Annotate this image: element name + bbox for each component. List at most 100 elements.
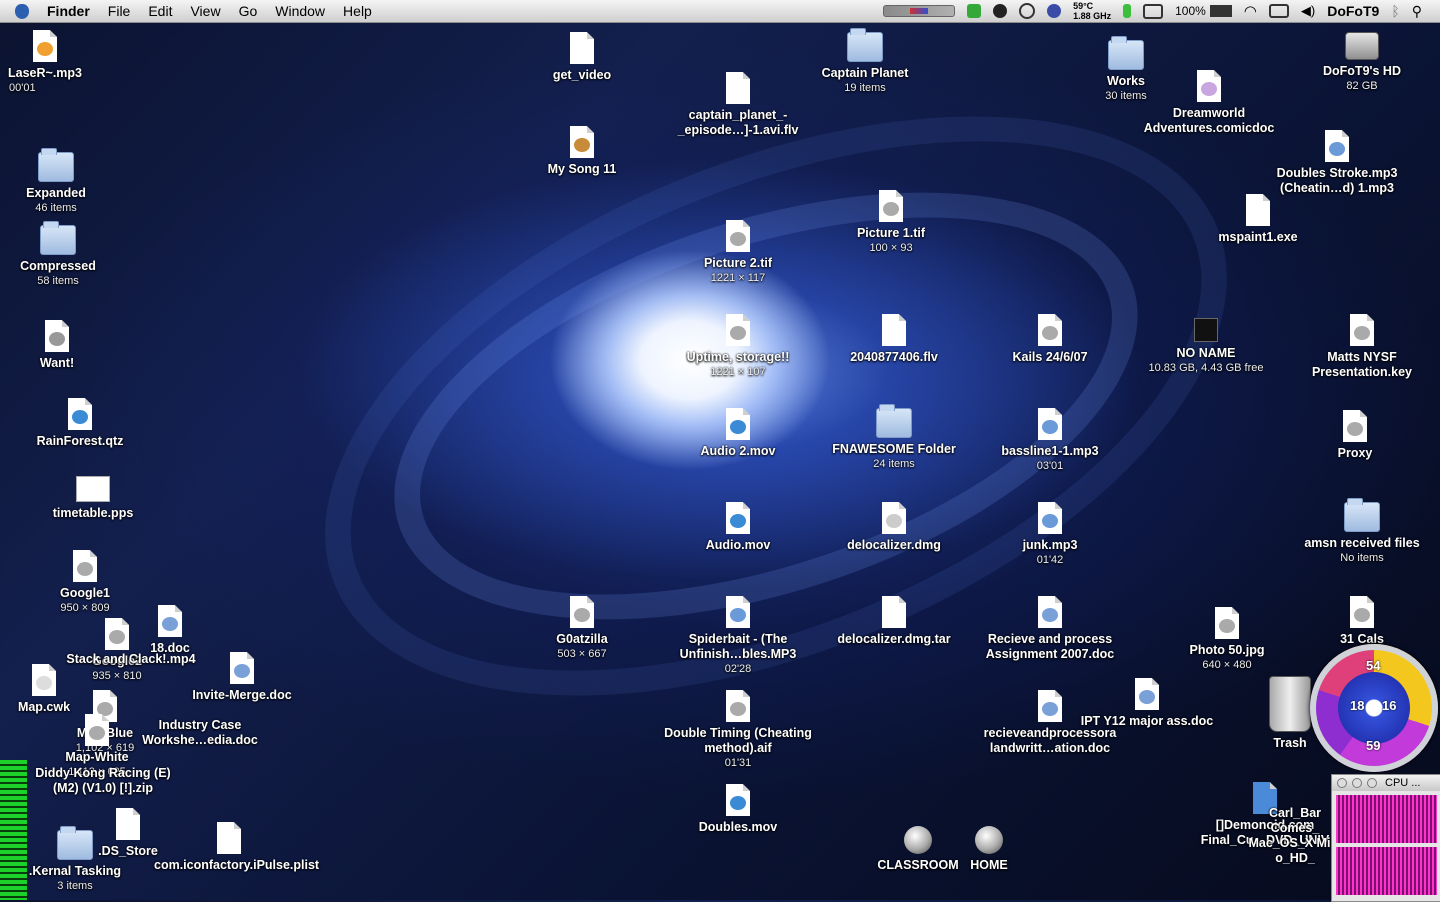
- gauge-value-bottom: 59: [1366, 738, 1381, 753]
- desktop-icon-expanded[interactable]: Expanded 46 items: [0, 148, 131, 216]
- word-doc-icon: [1135, 678, 1159, 710]
- word-doc-icon: [230, 652, 254, 684]
- desktop-icon-doubles-stroke[interactable]: Doubles Stroke.mp3 (Cheatin…d) 1.mp3: [1262, 130, 1412, 196]
- desktop-icon-invite-merge[interactable]: Invite-Merge.doc: [167, 652, 317, 703]
- desktop-icon-iconfactory-plist[interactable]: com.iconfactory.iPulse.plist: [154, 822, 319, 873]
- desktop-icon-spiderbait[interactable]: Spiderbait - (The Unfinish…bles.MP3 02'2…: [663, 596, 813, 677]
- icon-label: Want!: [39, 356, 75, 370]
- desktop-icon-diddy-kong[interactable]: Diddy Kong Racing (E) (M2) (V1.0) [!].zi…: [28, 766, 178, 796]
- cpu-load-widget[interactable]: [883, 5, 956, 17]
- icon-label: delocalizer.dmg.tar: [837, 632, 951, 646]
- battery-x-icon[interactable]: [1268, 4, 1289, 18]
- jpeg-image-icon: [1215, 607, 1239, 639]
- cpu-window-title: CPU ...: [1385, 777, 1421, 789]
- desktop-icon-recieve-process[interactable]: Recieve and process Assignment 2007.doc: [975, 596, 1125, 662]
- desktop-icon-no-name-drive[interactable]: NO NAME 10.83 GB, 4.43 GB free: [1131, 318, 1281, 376]
- desktop-icon-junk-mp3[interactable]: junk.mp3 01'42: [975, 502, 1125, 568]
- desktop-icon-31-cals[interactable]: 31 Cals: [1287, 596, 1437, 647]
- desktop-icon-picture-1[interactable]: Picture 1.tif 100 × 93: [816, 190, 966, 256]
- desktop-icon-compressed[interactable]: Compressed 58 items: [0, 221, 133, 289]
- desktop-icon-doubles-mov[interactable]: Doubles.mov: [663, 784, 813, 835]
- desktop-icon-bassline[interactable]: bassline1-1.mp3 03'01: [975, 408, 1125, 474]
- desktop-icon-ipt-y12[interactable]: IPT Y12 major ass.doc: [1072, 678, 1222, 729]
- desktop-icon-mspaint[interactable]: mspaint1.exe: [1183, 194, 1333, 245]
- desktop-icon-audio-mov[interactable]: Audio.mov: [663, 502, 813, 553]
- menu-window[interactable]: Window: [266, 0, 334, 22]
- menu-help[interactable]: Help: [334, 0, 381, 22]
- menu-edit[interactable]: Edit: [139, 0, 181, 22]
- word-doc-icon: [1038, 596, 1062, 628]
- desktop-icon-carl-bar[interactable]: Carl_Bar Comes_ Mac_OS_X Mini o_HD_: [1245, 806, 1345, 866]
- battery-status[interactable]: 100%: [1175, 4, 1232, 18]
- desktop-icon-matts-nysf[interactable]: Matts NYSF Presentation.key: [1287, 314, 1437, 380]
- cpu-graph-2: [1336, 847, 1437, 895]
- wifi-icon[interactable]: ◠: [1244, 2, 1257, 20]
- desktop-icon-kails[interactable]: Kails 24/6/07: [975, 314, 1125, 365]
- desktop-icon-delocalizer-tar[interactable]: delocalizer.dmg.tar: [819, 596, 969, 647]
- desktop-icon-timetable[interactable]: timetable.pps: [18, 476, 168, 521]
- minimize-icon[interactable]: [1352, 778, 1362, 788]
- close-icon[interactable]: [1337, 778, 1347, 788]
- desktop-icon-get-video[interactable]: get_video: [507, 32, 657, 83]
- desktop-icon-audio-2-mov[interactable]: Audio 2.mov: [663, 408, 813, 459]
- icon-sublabel: 00'01: [9, 82, 36, 94]
- icon-sublabel: 01'31: [724, 757, 752, 769]
- image-file-icon: [105, 618, 129, 650]
- alien-icon[interactable]: [993, 4, 1008, 18]
- desktop-icon-laser-mp3[interactable]: LaseR~.mp3 00'01: [0, 30, 120, 96]
- desktop-icon-rainforest[interactable]: RainForest.qtz: [5, 398, 155, 449]
- desktop-icon-dreamworld[interactable]: Dreamworld Adventures.comicdoc: [1134, 70, 1284, 136]
- desktop-icon-fnawesome-folder[interactable]: FNAWESOME Folder 24 items: [819, 404, 969, 472]
- icon-label: RainForest.qtz: [36, 434, 124, 448]
- temperature-readout[interactable]: 59°C 1.88 GHz: [1073, 1, 1111, 21]
- document-icon: [1350, 596, 1374, 628]
- folder-icon: [1108, 36, 1144, 70]
- cpu-window-titlebar[interactable]: CPU ...: [1332, 775, 1440, 791]
- image-file-icon: [73, 550, 97, 582]
- desktop-icon-picture-2[interactable]: Picture 2.tif 1221 × 117: [663, 220, 813, 286]
- menu-view[interactable]: View: [181, 0, 229, 22]
- bluetooth-icon[interactable]: ᛒ: [1391, 3, 1399, 19]
- icon-label: Matts NYSF Presentation.key: [1311, 350, 1413, 379]
- spotlight-icon[interactable]: ⚲: [1412, 3, 1422, 20]
- growl-icon[interactable]: [967, 4, 982, 18]
- desktop-icon-my-song[interactable]: My Song 11: [507, 126, 657, 177]
- desktop-icon-2040877406-flv[interactable]: 2040877406.flv: [819, 314, 969, 365]
- cpu-monitor-window[interactable]: CPU ...: [1331, 774, 1440, 902]
- menu-app-finder[interactable]: Finder: [38, 0, 99, 22]
- volume-icon[interactable]: ◀): [1301, 3, 1315, 19]
- quicktime-movie-icon: [726, 784, 750, 816]
- icon-label: mspaint1.exe: [1218, 230, 1298, 244]
- desktop-icon-captain-planet-folder[interactable]: Captain Planet 19 items: [790, 28, 940, 96]
- icon-sublabel: 46 items: [35, 202, 77, 214]
- traffic-light-icon[interactable]: [1123, 4, 1132, 18]
- time-machine-icon[interactable]: [1019, 3, 1036, 19]
- icon-sublabel: 640 × 480: [1202, 659, 1252, 671]
- display-icon[interactable]: [1143, 3, 1164, 19]
- cpu-gauge-widget[interactable]: 54 18 16 59: [1310, 644, 1438, 772]
- desktop-icon-hard-drive[interactable]: DoFoT9's HD 82 GB: [1287, 32, 1437, 94]
- cpu-graph-1: [1336, 795, 1437, 843]
- battery-icon: [1209, 5, 1232, 17]
- desktop-icon-delocalizer-dmg[interactable]: delocalizer.dmg: [819, 502, 969, 553]
- desktop-icon-proxy[interactable]: Proxy: [1280, 410, 1430, 461]
- zoom-icon[interactable]: [1367, 778, 1377, 788]
- icon-label: Spiderbait - (The Unfinish…bles.MP3: [679, 632, 797, 661]
- user-menu[interactable]: DoFoT9: [1327, 3, 1379, 19]
- desktop-icon-double-timing[interactable]: Double Timing (Cheating method).aif 01'3…: [663, 690, 813, 771]
- apple-menu-icon[interactable]: [12, 0, 32, 22]
- menu-go[interactable]: Go: [230, 0, 267, 22]
- icon-label: Invite-Merge.doc: [192, 688, 292, 702]
- desktop-icon-want[interactable]: Want!: [0, 320, 132, 371]
- desktop-icon-home[interactable]: HOME: [914, 826, 1064, 873]
- menu-file[interactable]: File: [99, 0, 140, 22]
- app-status-icon[interactable]: [1047, 4, 1062, 18]
- desktop-icon-photo-50[interactable]: Photo 50.jpg 640 × 480: [1152, 607, 1302, 673]
- tar-archive-icon: [882, 596, 906, 628]
- desktop-icon-goatzilla[interactable]: G0atzilla 503 × 667: [507, 596, 657, 662]
- quartz-composition-icon: [68, 398, 92, 430]
- icon-sublabel: 10.83 GB, 4.43 GB free: [1148, 362, 1264, 374]
- desktop-icon-uptime-storage[interactable]: Uptime, storage!! 1221 × 107: [663, 314, 813, 380]
- desktop-icon-amsn-received[interactable]: amsn received files No items: [1287, 498, 1437, 566]
- level-meter-widget: [0, 760, 27, 900]
